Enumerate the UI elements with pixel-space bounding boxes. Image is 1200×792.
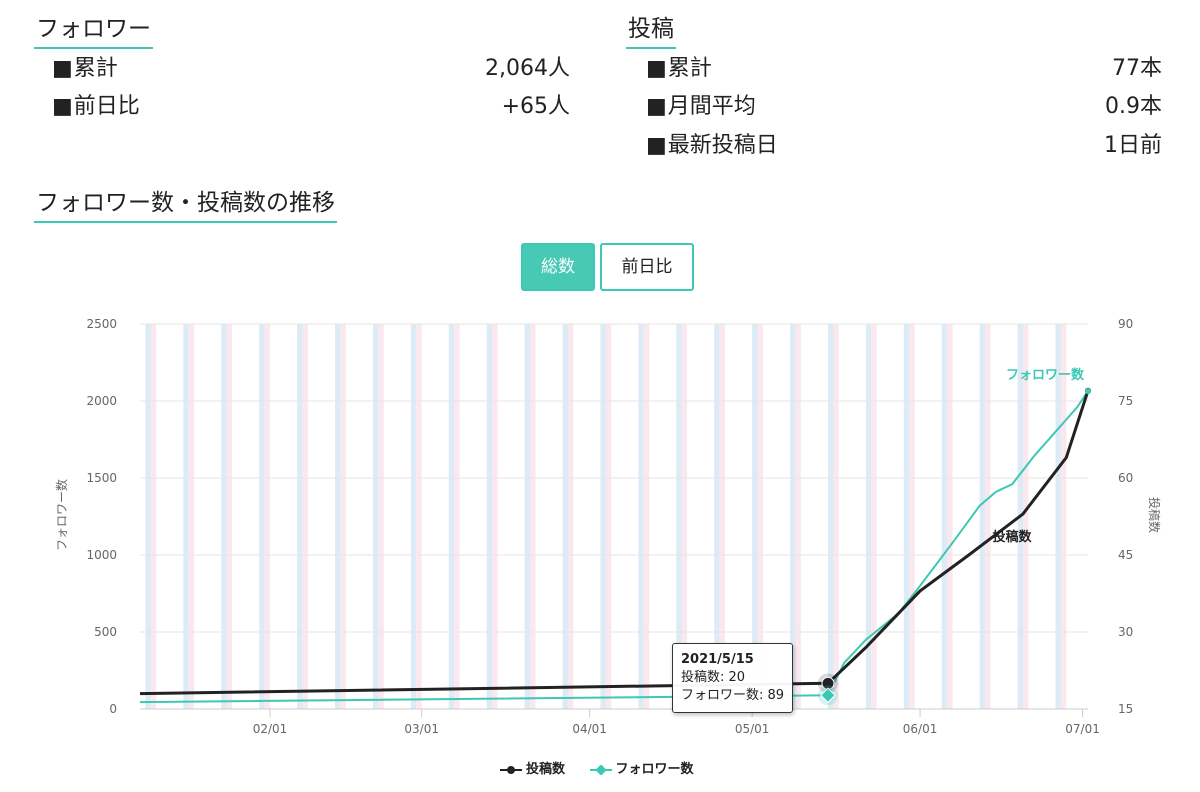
saturday-band [979,324,986,709]
left-tick-label: 1500 [86,471,117,485]
weekend-bands [145,324,1067,709]
saturday-band [259,324,265,709]
right-axis-ticks: 15 30 45 60 75 90 [1118,317,1133,716]
followers-daydiff-value: +65人 [501,94,570,119]
followers-total-value: 2,064人 [485,56,570,81]
right-tick-label: 30 [1118,625,1133,639]
x-axis-ticks: 02/01 03/01 04/01 05/01 06/01 07/01 [253,709,1100,736]
left-axis-ticks: 0 500 1000 1500 2000 2500 [86,317,117,716]
saturday-band [600,324,606,709]
posts-latest-date-label: 最新投稿日 [646,131,778,161]
sunday-band [264,324,271,709]
tooltip-posts: 投稿数: 20 [681,670,746,685]
tooltip-date: 2021/5/15 [681,652,754,667]
sunday-band [605,324,612,709]
x-tick-label: 02/01 [253,722,288,736]
x-tick-label: 06/01 [903,722,938,736]
sunday-band [643,324,650,709]
sunday-band [302,324,308,709]
saturday-band [183,324,189,709]
sunday-band [795,324,801,709]
left-tick-label: 500 [94,625,117,639]
followers-total-label: 累計 [52,54,118,84]
sunday-band [833,324,839,709]
right-tick-label: 60 [1118,471,1133,485]
x-tick-label: 05/01 [735,722,770,736]
trend-heading: フォロワー数・投稿数の推移 [34,188,337,223]
total-toggle-button[interactable]: 総数 [521,243,595,291]
sunday-band [150,324,157,709]
left-tick-label: 0 [109,702,117,716]
posts-total-value: 77本 [1112,56,1162,81]
followers-daydiff-label: 前日比 [52,92,140,122]
right-tick-label: 45 [1118,548,1133,562]
daily-diff-toggle-button[interactable]: 前日比 [600,243,694,291]
sunday-band [567,324,574,709]
left-axis-title: フォロワー数 [54,479,69,551]
left-tick-label: 2500 [86,317,117,331]
right-tick-label: 15 [1118,702,1133,716]
chart-legend: 投稿数 フォロワー数 [500,758,714,777]
sunday-band [340,324,346,709]
legend-item-posts[interactable]: 投稿数 [500,758,565,777]
sunday-band [909,324,915,709]
sunday-band [226,324,233,709]
tooltip-followers: フォロワー数: 89 [681,688,785,703]
x-tick-label: 03/01 [404,722,439,736]
sunday-band [947,324,953,709]
x-tick-label: 04/01 [572,722,607,736]
left-tick-label: 1000 [86,548,117,562]
saturday-band [297,324,303,709]
saturday-band [145,324,151,709]
saturday-band [941,324,948,709]
followers-end-point [1085,388,1091,395]
saturday-band [865,324,872,709]
followers-heading: フォロワー [34,14,153,49]
saturday-band [486,324,493,709]
sunday-band [530,324,536,709]
sunday-band [454,324,460,709]
posts-monthly-avg-label: 月間平均 [646,92,756,122]
saturday-band [372,324,379,709]
sunday-band [378,324,384,709]
right-tick-label: 90 [1118,317,1133,331]
saturday-band [221,324,227,709]
right-axis-title: 投稿数 [1147,497,1162,533]
sunday-band [416,324,422,709]
posts-series-label: 投稿数 [992,529,1032,545]
posts-latest-date-value: 1日前 [1104,133,1162,158]
sunday-band [985,324,991,709]
followers-series-label: フォロワー数 [1006,367,1085,383]
legend-item-followers[interactable]: フォロワー数 [589,758,694,777]
posts-total-label: 累計 [646,54,712,84]
saturday-band [562,324,568,709]
chart-tooltip: 2021/5/15 投稿数: 20 フォロワー数: 89 [672,643,794,713]
legend-followers-label: フォロワー数 [615,762,694,777]
x-tick-label: 07/01 [1065,722,1100,736]
trend-chart[interactable]: 05001000150020002500 153045607590 02/01 0… [0,300,1200,750]
posts-heading: 投稿 [626,14,676,49]
saturday-band [638,324,644,709]
legend-posts-marker-icon [500,765,522,774]
saturday-band [410,324,417,709]
saturday-band [448,324,455,709]
sunday-band [188,324,195,709]
posts-monthly-avg-value: 0.9本 [1105,94,1162,119]
sunday-band [871,324,877,709]
left-tick-label: 2000 [86,394,117,408]
saturday-band [524,324,531,709]
saturday-band [335,324,341,709]
sunday-band [492,324,498,709]
legend-followers-marker-icon [589,763,612,776]
legend-posts-label: 投稿数 [526,762,566,777]
right-tick-label: 75 [1118,394,1133,408]
saturday-band [903,324,910,709]
saturday-band [827,324,834,709]
